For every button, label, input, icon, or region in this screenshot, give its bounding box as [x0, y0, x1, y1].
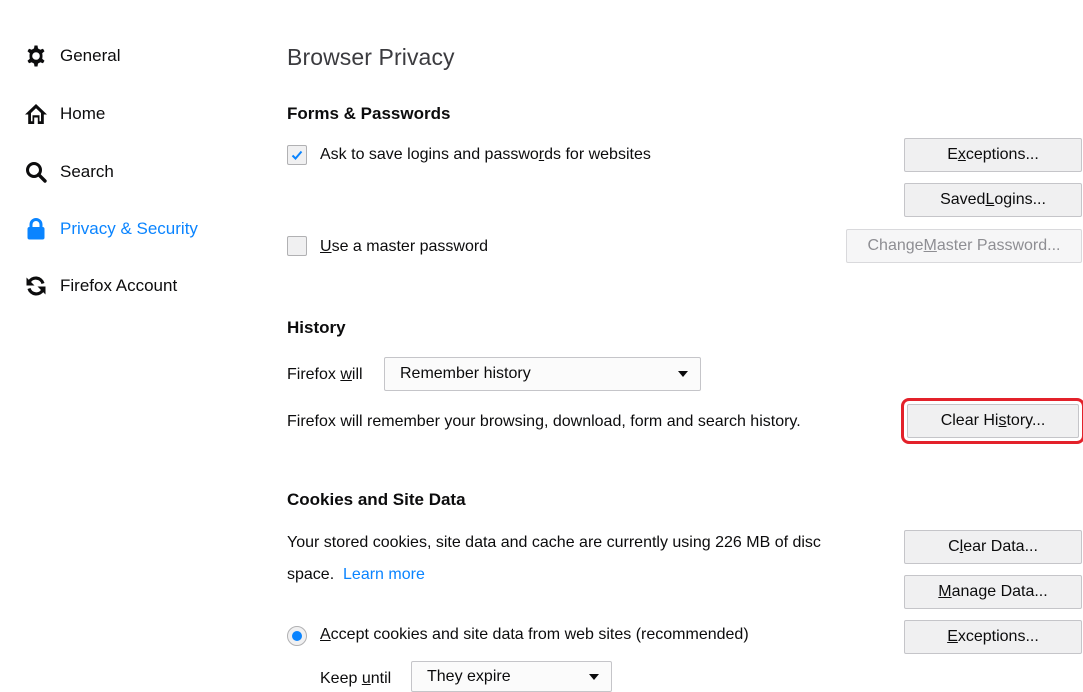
chevron-down-icon — [589, 673, 599, 680]
keep-until-value: They expire — [427, 667, 511, 685]
cookies-usage-text-cont: space. Learn more — [287, 566, 425, 583]
change-master-password-button[interactable]: Change Master Password... — [846, 229, 1082, 263]
saved-logins-button[interactable]: Saved Logins... — [904, 183, 1082, 217]
master-password-label[interactable]: Use a master password — [320, 238, 488, 256]
accept-cookies-radio[interactable] — [287, 626, 307, 646]
history-description: Firefox will remember your browsing, dow… — [287, 413, 801, 430]
sidebar-item-label: Search — [60, 162, 114, 181]
sidebar-item-label: Privacy & Security — [60, 219, 198, 238]
ask-save-logins-label[interactable]: Ask to save logins and passwords for web… — [320, 146, 651, 164]
keep-until-label: Keep until — [320, 670, 392, 687]
lock-icon — [23, 216, 49, 242]
manage-data-button[interactable]: Manage Data... — [904, 575, 1082, 609]
firefox-will-label: Firefox will — [287, 366, 363, 383]
sidebar-item-firefox-account[interactable]: Firefox Account — [23, 270, 177, 302]
cookies-usage-text: Your stored cookies, site data and cache… — [287, 534, 821, 551]
ask-save-logins-checkbox[interactable] — [287, 145, 307, 165]
history-heading: History — [287, 318, 346, 337]
forms-passwords-heading: Forms & Passwords — [287, 104, 451, 123]
radio-dot — [292, 631, 302, 641]
home-icon — [23, 101, 49, 127]
sidebar-item-label: General — [60, 46, 121, 65]
master-password-checkbox[interactable] — [287, 236, 307, 256]
clear-history-button[interactable]: Clear Hi s tory... — [901, 398, 1083, 444]
page-title: Browser Privacy — [287, 44, 455, 70]
cookies-heading: Cookies and Site Data — [287, 490, 466, 509]
checkmark-icon — [291, 150, 303, 160]
sidebar-item-label: Home — [60, 104, 106, 123]
sidebar-item-general[interactable]: General — [23, 40, 120, 72]
chevron-down-icon — [678, 371, 688, 377]
cookies-exceptions-button[interactable]: Exceptions... — [904, 620, 1082, 654]
exceptions-button[interactable]: Ex ceptions... — [904, 138, 1082, 172]
sidebar-item-search[interactable]: Search — [23, 156, 114, 188]
keep-until-select[interactable]: They expire — [411, 661, 612, 692]
history-mode-select[interactable]: Remember history — [384, 357, 701, 391]
clear-data-button[interactable]: Cl ear Data... — [904, 530, 1082, 564]
learn-more-link[interactable]: Learn more — [343, 566, 425, 583]
search-icon — [23, 159, 49, 185]
sync-icon — [23, 273, 49, 299]
gear-icon — [23, 43, 49, 69]
sidebar-item-privacy-security[interactable]: Privacy & Security — [23, 213, 198, 245]
sidebar-item-home[interactable]: Home — [23, 98, 105, 130]
history-mode-value: Remember history — [400, 365, 531, 382]
sidebar-item-label: Firefox Account — [60, 276, 178, 295]
accept-cookies-label[interactable]: Accept cookies and site data from web si… — [320, 626, 749, 644]
